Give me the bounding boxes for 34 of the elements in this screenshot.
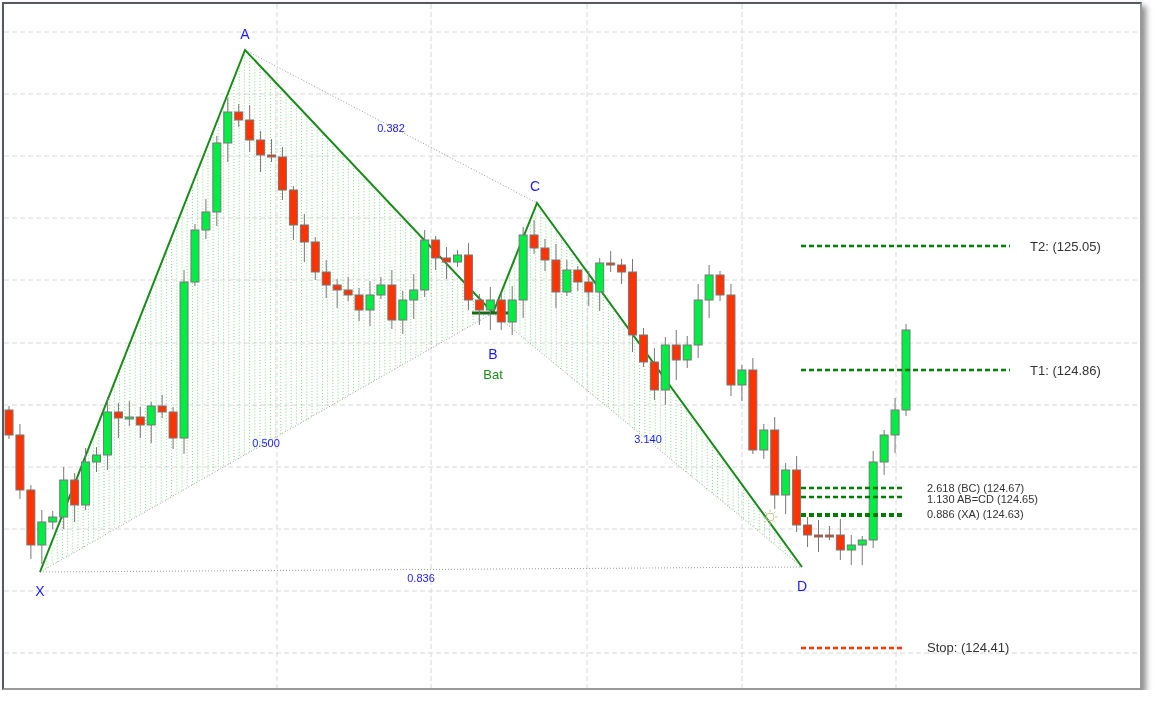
level-label: 1.130 AB=CD (124.65): [927, 493, 1038, 505]
level-label: 2.618 (BC) (124.67): [927, 482, 1025, 494]
level-label: T1: (124.86): [1030, 363, 1101, 378]
pattern-name: Bat: [483, 367, 503, 382]
candlestick: [343, 276, 353, 302]
point-label: D: [796, 578, 808, 594]
candlestick: [496, 292, 506, 331]
candlestick: [124, 400, 134, 427]
ratio-label: 0.382: [377, 122, 405, 134]
candlestick: [70, 472, 80, 523]
candlestick: [485, 286, 495, 331]
point-label: X: [35, 583, 45, 599]
candlestick: [649, 347, 659, 401]
candlestick: [310, 236, 320, 281]
candlestick: [398, 290, 408, 335]
candlestick: [846, 534, 856, 566]
ratio-label: 3.140: [634, 433, 662, 445]
candlestick: [135, 406, 145, 439]
point-label: C: [529, 178, 541, 194]
candlestick: [288, 185, 298, 241]
point-label: A: [240, 26, 250, 42]
level-label: Stop: (124.41): [927, 640, 1010, 655]
sun-icon: [762, 509, 778, 525]
ratio-label: 0.836: [407, 572, 435, 584]
candlestick: [321, 259, 331, 299]
candlestick: [299, 213, 309, 263]
candlestick: [332, 278, 342, 309]
candlestick: [354, 287, 364, 322]
level-label: T2: (125.05): [1030, 239, 1101, 254]
level-label: 0.886 (XA) (124.63): [927, 508, 1024, 520]
candlestick: [660, 336, 670, 406]
point-label: B: [488, 346, 498, 362]
candlestick: [573, 265, 583, 292]
ratio-label: 0.500: [252, 437, 280, 449]
